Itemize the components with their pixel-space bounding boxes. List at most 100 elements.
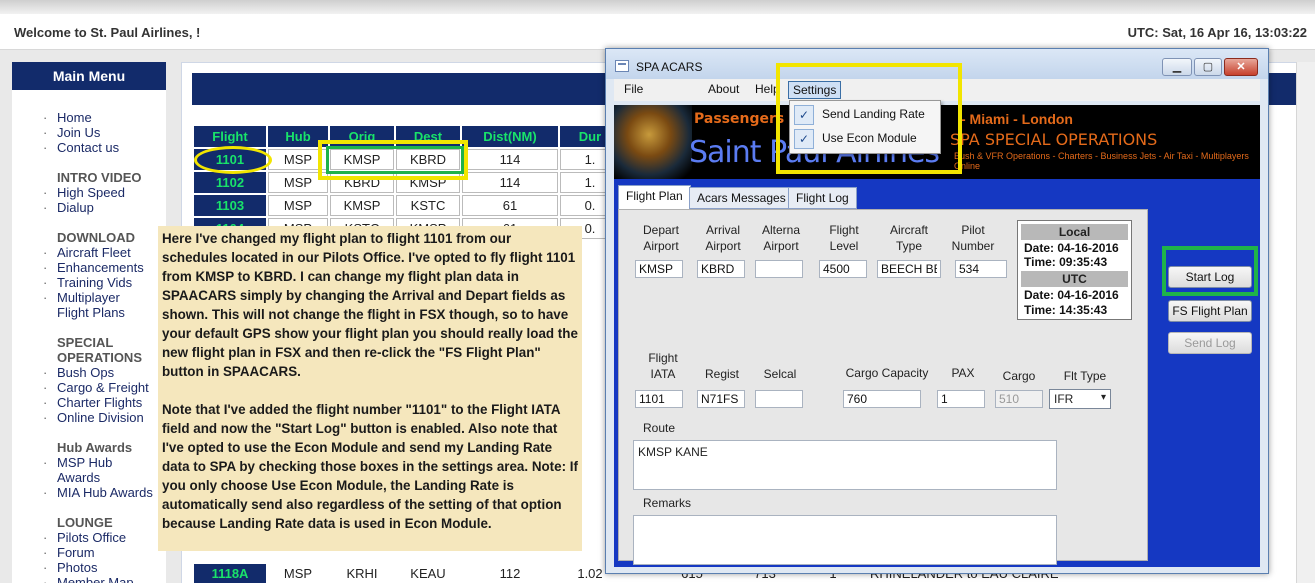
flt-type-label: Flt Type [1063, 369, 1107, 383]
sidebar-item-high-speed[interactable]: · High Speed [12, 185, 166, 200]
sidebar-item-join-us[interactable]: · Join Us [12, 125, 166, 140]
flight-level-label: Flight Level [829, 223, 859, 253]
sidebar-section-intro-video: INTRO VIDEO [57, 170, 142, 185]
sidebar-section-lounge: LOUNGE [57, 515, 113, 530]
sidebar-section-operations: OPERATIONS [57, 350, 142, 365]
col-dist[interactable]: Dist(NM) [462, 126, 558, 147]
sidebar-item-contact-us[interactable]: · Contact us [12, 140, 166, 155]
sidebar: Main Menu · Home · Join Us · Contact us INT… [12, 62, 166, 583]
note-paragraph-1: Here I've changed my flight plan to flig… [162, 231, 578, 379]
table-cell: 61 [462, 195, 558, 216]
sidebar-section-special: SPECIAL [57, 335, 114, 350]
flight-plan-panel: Depart Airport Arrival Airport Alterna Airp… [618, 209, 1148, 565]
selcal-label: Selcal [763, 367, 797, 381]
welcome-bar: Welcome to St. Paul Airlines, ! UTC: Sat… [0, 14, 1315, 50]
flight-number[interactable]: 1102 [194, 172, 266, 193]
sidebar-item-online-division[interactable]: · Online Division [12, 410, 166, 425]
arrival-airport-label: Arrival Airport [705, 223, 741, 253]
alternate-airport-input[interactable] [755, 260, 803, 278]
annotation-note: Here I've changed my flight plan to flig… [158, 226, 582, 551]
col-flight[interactable]: Flight [194, 126, 266, 147]
flt-type-select[interactable]: IFR [1049, 389, 1111, 409]
table-row[interactable]: 1103 MSP KMSP KSTC 61 0. [194, 195, 620, 216]
sidebar-item-training-vids[interactable]: · Training Vids [12, 275, 166, 290]
utc-clock-label: UTC [1021, 271, 1128, 287]
tab-acars-messages[interactable]: Acars Messages [689, 187, 794, 209]
sidebar-item-dialup[interactable]: · Dialup [12, 200, 166, 215]
globe-icon [614, 105, 692, 179]
sidebar-item-msp-hub[interactable]: · MSP Hub [12, 455, 166, 470]
table-cell: 114 [462, 149, 558, 170]
table-cell: 112 [462, 564, 558, 583]
sidebar-item-mia-hub-awards[interactable]: · MIA Hub Awards [12, 485, 166, 500]
flight-number[interactable]: 1118A [194, 564, 266, 583]
banner-cities: - Miami - London [961, 111, 1073, 127]
cargo-capacity-input[interactable] [843, 390, 921, 408]
page-scrollbar[interactable] [1296, 62, 1315, 583]
sidebar-section-download: DOWNLOAD [57, 230, 135, 245]
tab-flight-log[interactable]: Flight Log [788, 187, 857, 209]
table-cell: MSP [268, 195, 328, 216]
tab-flight-plan[interactable]: Flight Plan [618, 185, 691, 209]
cargo-label: Cargo [1002, 369, 1036, 383]
flight-number[interactable]: 1103 [194, 195, 266, 216]
menu-file[interactable]: File [624, 82, 643, 96]
acars-window-title: SPA ACARS [636, 60, 703, 74]
utc-time: Time: 14:35:43 [1024, 303, 1108, 317]
table-cell: 114 [462, 172, 558, 193]
regist-label: Regist [704, 367, 739, 381]
banner-special-ops: SPA SPECIAL OPERATIONS [950, 130, 1158, 149]
annotation-settings-box [776, 63, 962, 174]
sidebar-item-cargo-freight[interactable]: · Cargo & Freight [12, 380, 166, 395]
depart-airport-input[interactable] [635, 260, 683, 278]
table-cell: KEAU [396, 564, 460, 583]
flight-level-input[interactable] [819, 260, 867, 278]
sidebar-item-aircraft-fleet[interactable]: · Aircraft Fleet [12, 245, 166, 260]
pilot-number-label: Pilot Number [951, 223, 995, 253]
sidebar-item-awards[interactable]: Awards [12, 470, 166, 485]
sidebar-item-bush-ops[interactable]: · Bush Ops [12, 365, 166, 380]
sidebar-item-flight-plans[interactable]: Flight Plans [12, 305, 166, 320]
pax-input[interactable] [937, 390, 985, 408]
cargo-input [995, 390, 1043, 408]
route-textarea[interactable]: KMSP KANE [633, 440, 1057, 490]
annotation-route-box-green [326, 146, 464, 174]
sidebar-item-member-map[interactable]: · Member Map [12, 575, 166, 583]
local-clock-label: Local [1021, 224, 1128, 240]
sidebar-item-photos[interactable]: · Photos [12, 560, 166, 575]
selcal-input[interactable] [755, 390, 803, 408]
table-cell: KMSP [330, 195, 394, 216]
aircraft-type-input[interactable] [877, 260, 941, 278]
maximize-icon[interactable]: ▢ [1194, 58, 1222, 76]
sidebar-item-enhancements[interactable]: · Enhancements [12, 260, 166, 275]
utc-clock: UTC: Sat, 16 Apr 16, 13:03:22 [1127, 25, 1307, 40]
fs-flight-plan-button[interactable]: FS Flight Plan [1168, 300, 1252, 322]
menu-about[interactable]: About [708, 82, 739, 96]
pilot-number-input[interactable] [955, 260, 1007, 278]
sidebar-item-charter-flights[interactable]: · Charter Flights [12, 395, 166, 410]
depart-airport-label: Depart Airport [642, 223, 680, 253]
sidebar-item-multiplayer[interactable]: · Multiplayer [12, 290, 166, 305]
acars-content: Flight Plan Acars Messages Flight Log De… [614, 179, 1260, 567]
utc-date: Date: 04-16-2016 [1024, 288, 1119, 302]
sidebar-section-hub-awards: Hub Awards [57, 440, 133, 455]
remarks-label: Remarks [643, 496, 692, 510]
pax-label: PAX [951, 366, 975, 380]
flight-iata-input[interactable] [635, 390, 683, 408]
clock-panel: Local Date: 04-16-2016 Time: 09:35:43 UT… [1017, 220, 1132, 320]
arrival-airport-input[interactable] [697, 260, 745, 278]
sidebar-item-forum[interactable]: · Forum [12, 545, 166, 560]
annotation-start-log-box [1162, 246, 1258, 296]
route-label: Route [643, 421, 676, 435]
banner-subtitle: Bush & VFR Operations - Charters - Busin… [954, 151, 1249, 171]
welcome-text: Welcome to St. Paul Airlines, ! [14, 25, 201, 40]
sidebar-title: Main Menu [12, 62, 166, 90]
sidebar-item-pilots-office[interactable]: · Pilots Office [12, 530, 166, 545]
remarks-textarea[interactable] [633, 515, 1057, 565]
regist-input[interactable] [697, 390, 745, 408]
minimize-icon[interactable]: ▁ [1162, 58, 1192, 76]
cargo-capacity-label: Cargo Capacity [845, 366, 929, 380]
sidebar-item-home[interactable]: · Home [12, 110, 166, 125]
alternate-airport-label: Alterna Airport [761, 223, 801, 253]
close-icon[interactable]: ✕ [1224, 58, 1258, 76]
